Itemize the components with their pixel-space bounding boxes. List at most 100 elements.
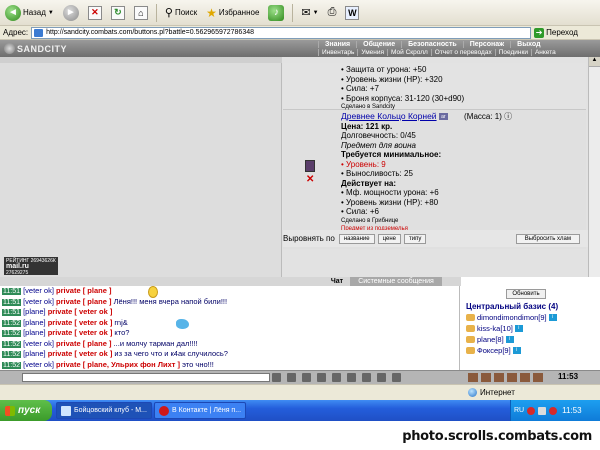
taskbar-item-vkontakte[interactable]: В Контакте | Лёня п... — [154, 402, 246, 419]
sort-by-price-button[interactable]: цене — [377, 233, 401, 244]
taskbar: пуск Бойцовский клуб - M... В Контакте |… — [0, 400, 600, 421]
watermark: photo.scrolls.combats.com — [0, 421, 600, 450]
sandcity-logo: SANDCITY — [4, 42, 67, 55]
windows-flag-icon — [5, 405, 15, 416]
filter-icon[interactable] — [302, 373, 311, 382]
hands-icon[interactable] — [481, 373, 491, 382]
edit-button[interactable]: W — [342, 3, 362, 23]
tab-chat[interactable]: Чат — [326, 277, 348, 286]
info-icon[interactable]: i — [548, 314, 557, 321]
system-clock: 11:53 — [562, 406, 582, 415]
game-quick-icons — [468, 373, 543, 382]
discard-junk-button[interactable]: Выбросить хлам — [515, 233, 580, 244]
private-message-icon[interactable] — [466, 347, 475, 354]
shop-icon[interactable] — [520, 373, 530, 382]
media-button[interactable]: ♪ — [265, 3, 287, 23]
vertical-scrollbar[interactable]: ▲ — [588, 57, 600, 277]
nav-transfer-report[interactable]: Отчет о переводах — [430, 49, 495, 56]
refresh-online-button[interactable]: Обновить — [506, 289, 546, 299]
taskbar-item-combats[interactable]: Бойцовский клуб - M... — [56, 402, 152, 419]
private-message-icon[interactable] — [466, 336, 475, 343]
online-user[interactable]: plane[8] i — [466, 334, 557, 345]
rating-counter[interactable]: РЕЙТИНГ 26943626К mail.ru 27629275 — [4, 257, 58, 276]
speed-icon[interactable] — [392, 373, 401, 382]
nav-profile[interactable]: Анкета — [530, 49, 559, 56]
scroll-icon[interactable] — [362, 373, 371, 382]
search-icon: ⚲ — [164, 7, 173, 19]
online-user[interactable]: Фоксер[9] i — [466, 345, 557, 356]
sort-by-type-button[interactable]: типу — [403, 233, 427, 244]
nav-fights[interactable]: Поединки — [494, 49, 531, 56]
settings-icon[interactable] — [377, 373, 386, 382]
media-icon: ♪ — [268, 4, 285, 21]
language-indicator[interactable]: RU — [514, 407, 524, 414]
battle-icon[interactable] — [468, 373, 478, 382]
nav-inventory[interactable]: Инвентарь — [318, 49, 357, 56]
chat-line: 11:52 [veter ok] private [ plane, Ульрих… — [2, 359, 214, 369]
scroll-up-icon[interactable]: ▲ — [589, 57, 600, 67]
print-button[interactable]: ⎙ — [325, 3, 340, 23]
opera-icon — [159, 405, 169, 416]
info-icon[interactable]: i — [514, 325, 523, 332]
nav-security[interactable]: Безопасность — [401, 41, 463, 48]
character-panel: РЕЙТИНГ 26943626К mail.ru 27629275 — [0, 57, 282, 277]
ring-thumbnail[interactable] — [305, 160, 315, 172]
browser-status-bar: Интернет — [0, 384, 600, 400]
go-label: Переход — [546, 28, 578, 37]
online-panel: Обновить Центральный базис (4) dimondimo… — [461, 277, 600, 370]
private-message-icon[interactable] — [466, 325, 475, 332]
info-icon[interactable]: i — [505, 336, 514, 343]
back-arrow-icon: ◄ — [5, 4, 21, 21]
online-user-list: dimondimondimon[9] i kiss-ka[10] i plane… — [466, 312, 557, 356]
sort-by-name-button[interactable]: название — [338, 233, 375, 244]
tray-icon[interactable] — [538, 406, 547, 415]
nav-communication[interactable]: Общение — [356, 41, 401, 48]
item-name-link[interactable]: Древнее Кольцо Корней — [341, 111, 437, 121]
artifact-badge-icon: ar — [438, 113, 448, 121]
go-button[interactable]: ➔ Переход — [534, 27, 578, 38]
translit-icon[interactable] — [332, 373, 341, 382]
nav-knowledge[interactable]: Знания — [318, 41, 356, 48]
home-button[interactable]: ⌂ — [131, 3, 151, 23]
bag-icon[interactable] — [533, 373, 543, 382]
toolbar-separator — [292, 3, 294, 22]
refresh-button[interactable]: ↻ — [108, 3, 128, 23]
tab-system-messages[interactable]: Системные сообщения — [350, 277, 442, 286]
magic-icon[interactable] — [494, 373, 504, 382]
start-button[interactable]: пуск — [0, 400, 52, 421]
nav-skills[interactable]: Умения — [357, 49, 387, 56]
address-input[interactable]: http://sandcity.combats.com/buttons.pl?b… — [31, 26, 532, 39]
private-message-icon[interactable] — [466, 314, 475, 321]
sound-icon[interactable] — [347, 373, 356, 382]
forward-button[interactable]: ► — [60, 3, 82, 23]
mail-button[interactable]: ✉ ▼ — [298, 3, 321, 23]
chat-input[interactable] — [22, 373, 270, 382]
chat-line: 11:52 [veter ok] private [ plane ] ...и … — [2, 338, 198, 348]
info-icon[interactable]: i — [512, 347, 521, 354]
tray-icon[interactable] — [527, 406, 536, 415]
nav-exit[interactable]: Выход — [510, 41, 546, 48]
nav-my-scroll[interactable]: Мой Скролл — [387, 49, 431, 56]
item-price: Цена: 121 кр. — [341, 121, 393, 131]
clear-icon[interactable] — [287, 373, 296, 382]
search-button[interactable]: ⚲ Поиск — [162, 3, 200, 23]
globe-icon — [468, 388, 477, 397]
item-stats: • Защита от урона: +50 • Уровень жизни (… — [341, 65, 465, 110]
nav-character[interactable]: Персонаж — [462, 41, 510, 48]
chat-line: 11:51 [plane] private [ veter ok ] — [0, 307, 459, 329]
online-user[interactable]: kiss-ka[10] i — [466, 323, 557, 334]
address-value: http://sandcity.combats.com/buttons.pl?b… — [46, 28, 255, 36]
tray-icon[interactable] — [549, 406, 558, 415]
map-icon[interactable] — [507, 373, 517, 382]
online-user[interactable]: dimondimondimon[9] i — [466, 312, 557, 323]
remove-icon[interactable]: ✕ — [306, 174, 314, 185]
back-button[interactable]: ◄ Назад ▼ — [2, 3, 57, 23]
ie-icon — [61, 405, 71, 416]
favorites-button[interactable]: ★ Избранное — [203, 3, 262, 23]
chat-line: 11:52 [plane] private [ veter ok ] rnj& — [2, 317, 128, 327]
chat-log: 11:51 [veter ok] private [ plane ] 11:51… — [0, 286, 460, 370]
send-icon[interactable] — [272, 373, 281, 382]
smiles-icon[interactable] — [317, 373, 326, 382]
stop-button[interactable]: ✕ — [85, 3, 105, 23]
info-icon[interactable]: ⓘ — [504, 112, 512, 121]
